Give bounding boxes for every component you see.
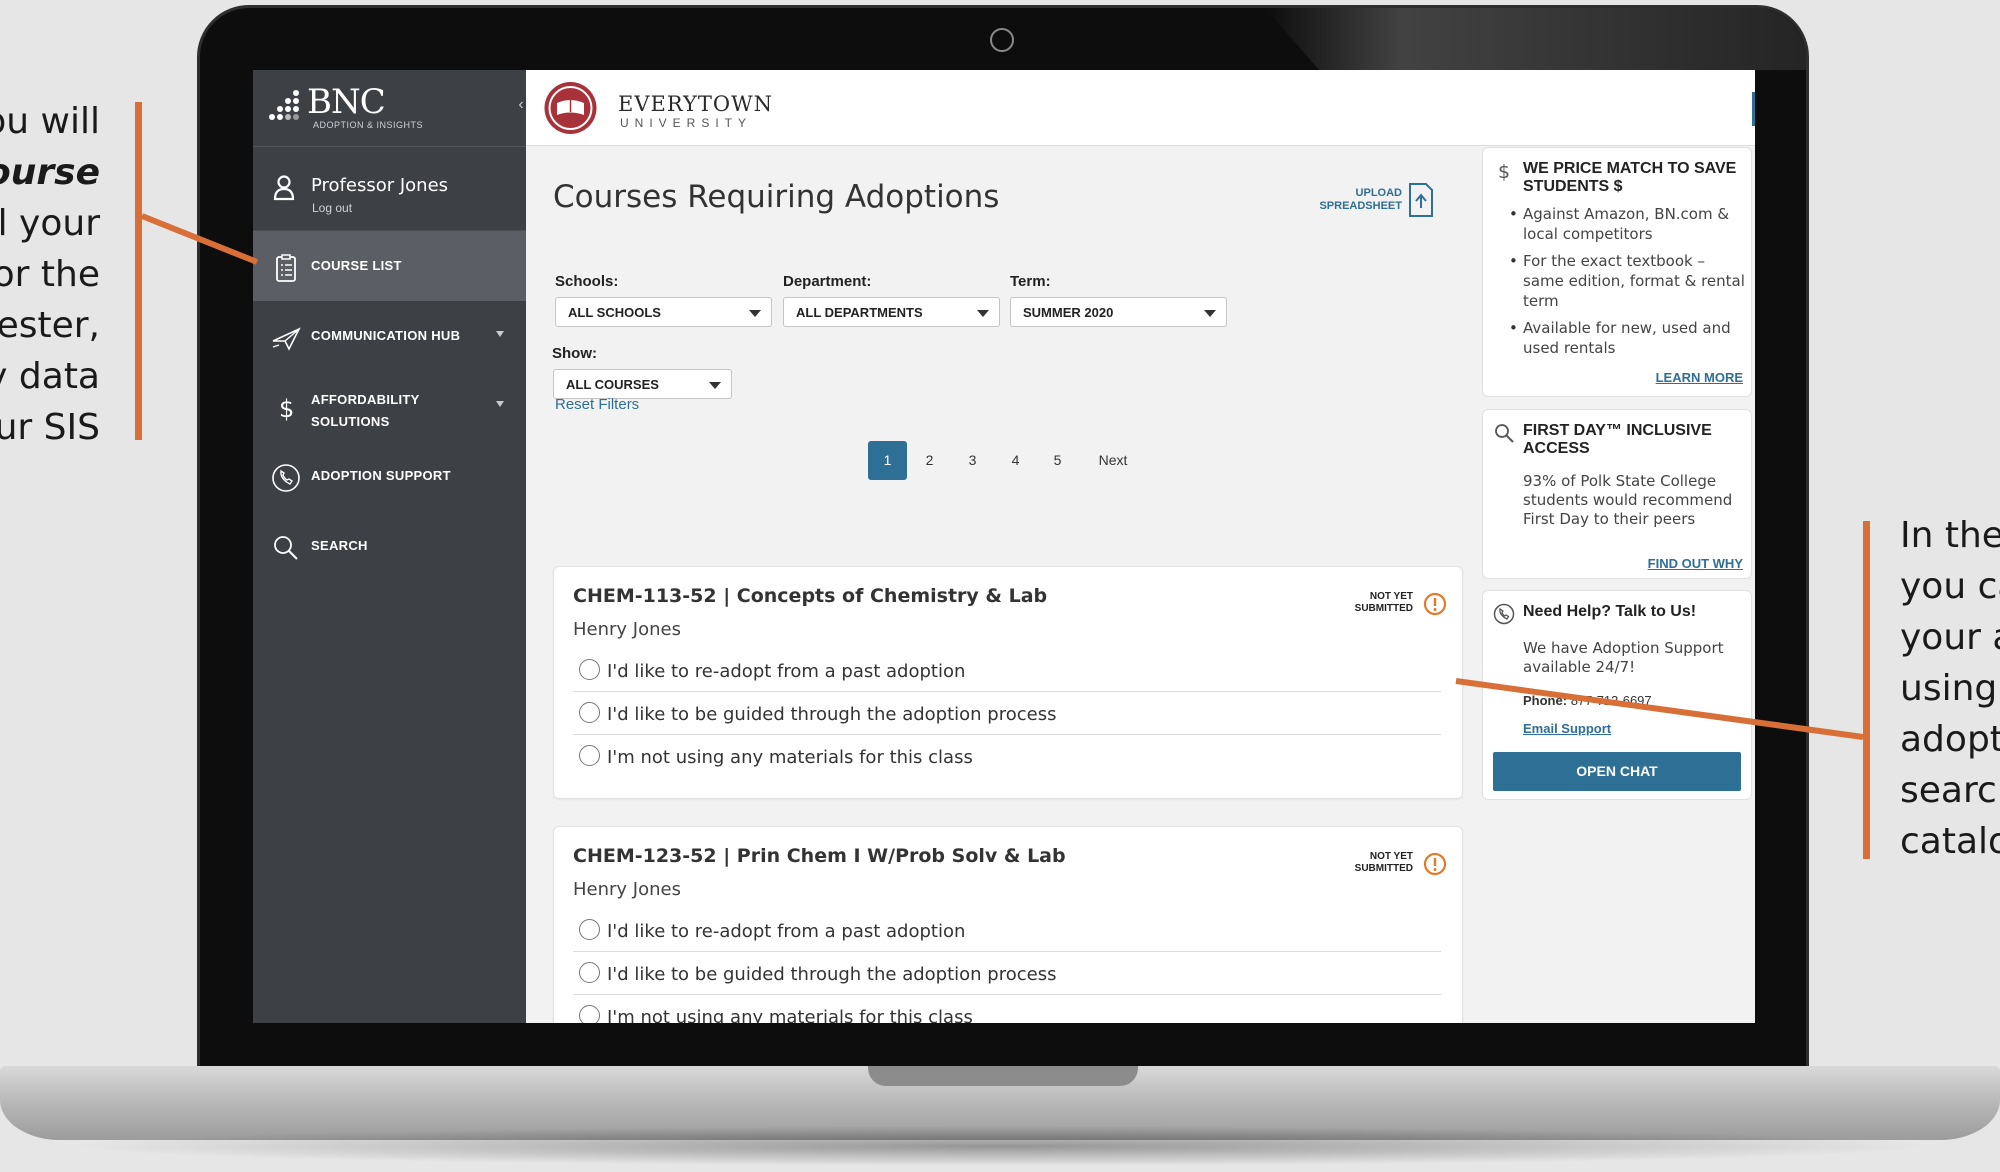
pointer-left	[140, 213, 259, 265]
callout-pointers	[140, 213, 1864, 740]
pointer-right	[1455, 678, 1864, 740]
